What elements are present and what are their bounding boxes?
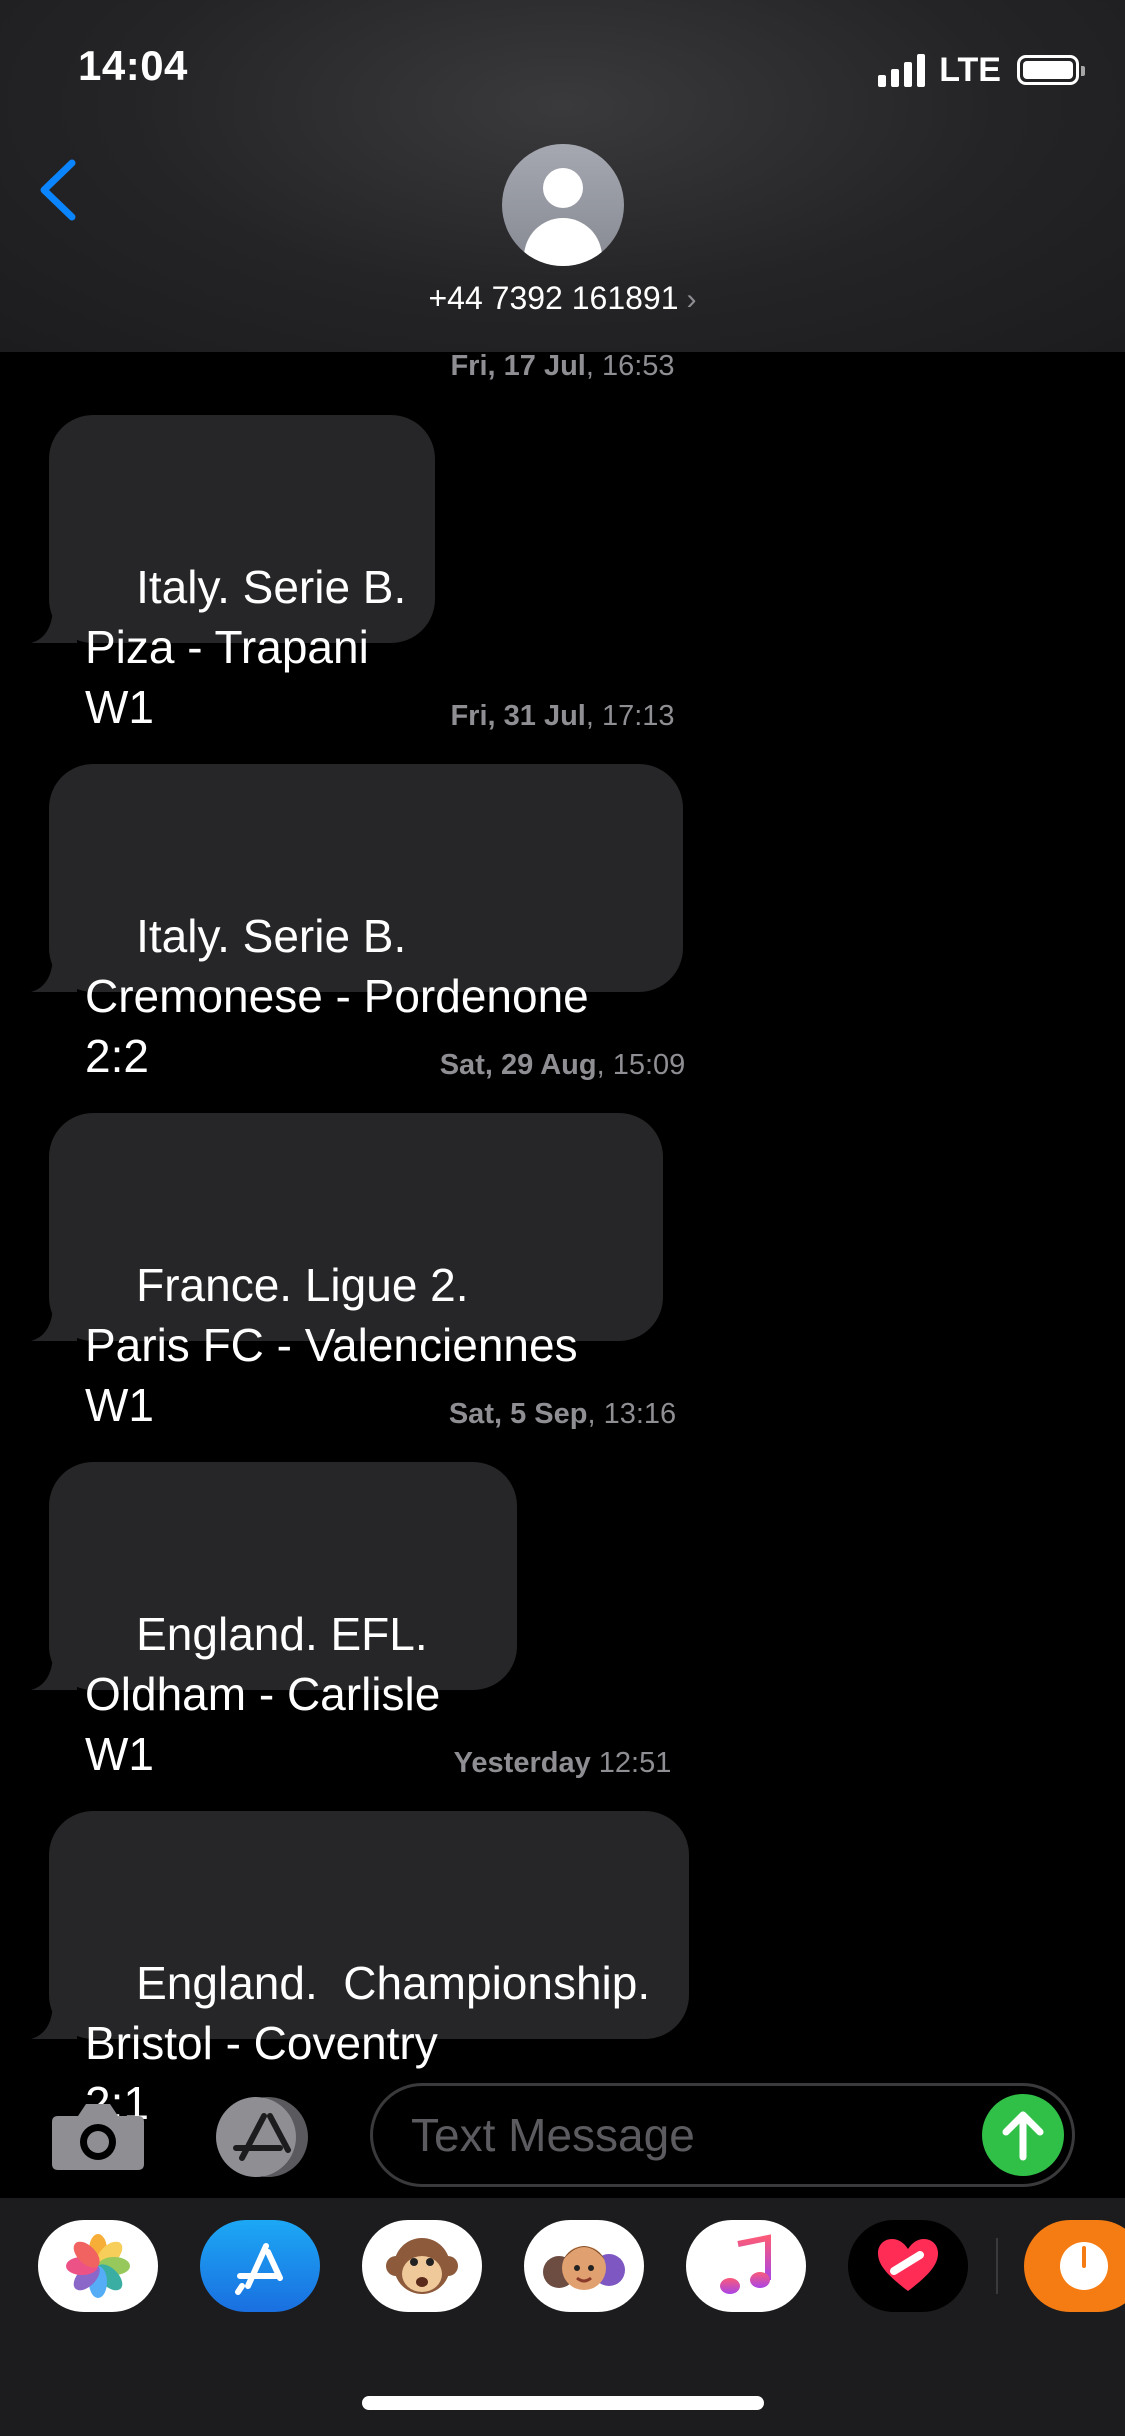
message-bubble[interactable]: England. Championship. Bristol - Coventr… bbox=[31, 1811, 689, 2129]
camera-button[interactable] bbox=[50, 2100, 146, 2172]
send-button[interactable] bbox=[982, 2094, 1064, 2176]
app-store-button[interactable] bbox=[208, 2092, 318, 2182]
message-bubble[interactable]: Italy. Serie B. Piza - Trapani W1 bbox=[31, 415, 435, 733]
status-indicators: LTE bbox=[878, 50, 1085, 90]
bubble-tail bbox=[31, 597, 77, 643]
bubble-tail bbox=[31, 1644, 77, 1690]
battery-icon bbox=[1017, 55, 1085, 85]
person-icon bbox=[543, 168, 583, 208]
animoji-icon bbox=[386, 2238, 458, 2294]
photos-icon bbox=[66, 2234, 130, 2298]
message-input-placeholder: Text Message bbox=[411, 2109, 695, 2161]
music-icon bbox=[720, 2234, 771, 2294]
camera-icon bbox=[52, 2104, 144, 2170]
contact-details-link[interactable]: +44 7392 161891 › bbox=[0, 280, 1125, 317]
conversation-header: 14:04 LTE +44 7392 161891 › bbox=[0, 0, 1125, 352]
scale-app-button[interactable] bbox=[1024, 2220, 1125, 2312]
app-store-icon bbox=[216, 2097, 308, 2177]
chevron-right-icon: › bbox=[686, 283, 697, 316]
message-timestamp: Yesterday 12:51 bbox=[453, 1747, 672, 1779]
memoji-icon bbox=[543, 2246, 625, 2290]
bubble-tail bbox=[31, 1295, 77, 1341]
app-store-app-button[interactable] bbox=[200, 2220, 320, 2312]
status-time: 14:04 bbox=[78, 42, 188, 89]
contact-avatar[interactable] bbox=[502, 144, 624, 266]
arrow-up-icon bbox=[1002, 2111, 1044, 2161]
scale-icon bbox=[1060, 2242, 1108, 2290]
message-bubble[interactable]: England. EFL. Oldham - Carlisle W1 bbox=[31, 1462, 517, 1780]
message-timestamp: Sat, 29 Aug, 15:09 bbox=[439, 1049, 686, 1081]
back-button[interactable] bbox=[28, 150, 88, 230]
music-app-button[interactable] bbox=[686, 2220, 806, 2312]
bubble-tail bbox=[31, 946, 77, 992]
digital-touch-app-button[interactable] bbox=[848, 2220, 968, 2312]
messages-screen: 14:04 LTE +44 7392 161891 › Fri, 17 Jul, … bbox=[0, 0, 1125, 2436]
network-type: LTE bbox=[939, 50, 1001, 89]
app-store-icon bbox=[235, 2243, 283, 2295]
message-timestamp: Fri, 17 Jul, 16:53 bbox=[450, 350, 675, 382]
message-input[interactable]: Text Message bbox=[370, 2083, 1075, 2187]
photos-app-button[interactable] bbox=[38, 2220, 158, 2312]
digital-touch-icon bbox=[878, 2239, 938, 2291]
message-bubble[interactable]: France. Ligue 2. Paris FC - Valenciennes… bbox=[31, 1113, 663, 1431]
message-timestamp: Sat, 5 Sep, 13:16 bbox=[448, 1398, 677, 1430]
bubble-tail bbox=[31, 1993, 77, 2039]
animoji-app-button[interactable] bbox=[362, 2220, 482, 2312]
home-indicator[interactable] bbox=[362, 2396, 764, 2410]
signal-icon bbox=[878, 53, 926, 87]
contact-number: +44 7392 161891 bbox=[428, 280, 679, 316]
message-timestamp: Fri, 31 Jul, 17:13 bbox=[450, 700, 675, 732]
chevron-left-icon bbox=[40, 159, 76, 221]
drawer-divider bbox=[996, 2238, 998, 2294]
memoji-app-button[interactable] bbox=[524, 2220, 644, 2312]
message-bubble[interactable]: Italy. Serie B. Cremonese - Pordenone 2:… bbox=[31, 764, 683, 1082]
